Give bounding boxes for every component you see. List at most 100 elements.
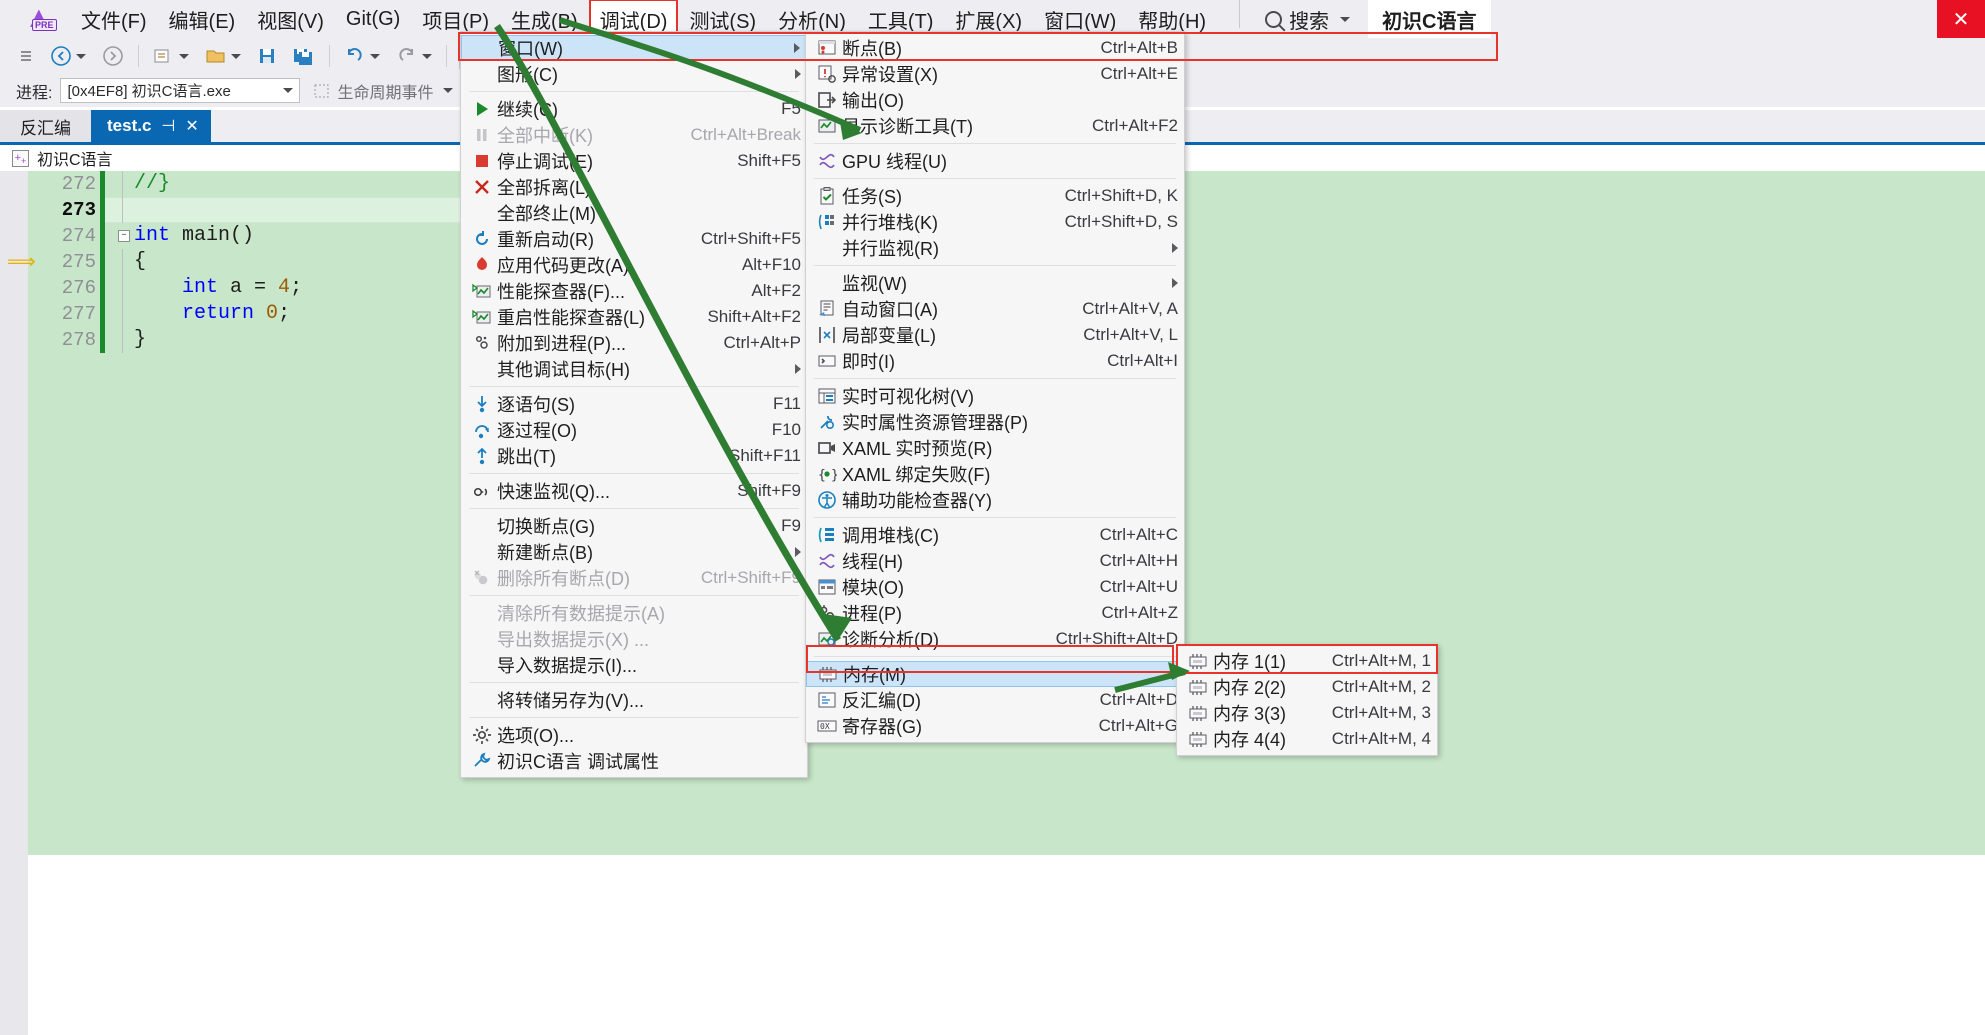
attach-process-icon [475,335,488,349]
window-submenu-item-25-label: 进程(P) [842,604,902,624]
debug-menu-item-32[interactable]: 初识C语言 调试属性 [461,748,807,774]
undo-dropdown-icon[interactable] [370,53,380,59]
debug-menu-item-17[interactable]: 跳出(T) Shift+F11 [461,443,807,469]
menu-bar-item-1[interactable]: 编辑(E) [158,0,247,40]
window-close-button[interactable]: ✕ [1937,0,1985,38]
debug-menu-item-22[interactable]: 新建断点(B) [461,539,807,565]
code-token: } [134,328,147,351]
gpu-threads-icon [812,151,842,171]
navigate-forward-button[interactable] [98,43,128,69]
window-submenu-item-17[interactable]: 实时属性资源管理器(P) [806,409,1184,435]
debug-menu-item-0[interactable]: 窗口(W) [461,35,807,61]
window-submenu-item-19[interactable]: {} XAML 绑定失败(F) [806,461,1184,487]
window-submenu-item-3[interactable]: 显示诊断工具(T) Ctrl+Alt+F2 [806,113,1184,139]
debug-menu-item-31[interactable]: 选项(O)... [461,722,807,748]
window-submenu-item-14[interactable]: 即时(I) Ctrl+Alt+I [806,348,1184,374]
window-submenu-item-24[interactable]: 模块(O) Ctrl+Alt+U [806,574,1184,600]
window-submenu-item-13[interactable]: 局部变量(L) Ctrl+Alt+V, L [806,322,1184,348]
window-submenu-item-29[interactable]: 反汇编(D) Ctrl+Alt+D [806,687,1184,713]
code-line[interactable]: – int main() [118,223,302,249]
memory-submenu-item-3[interactable]: 内存 4(4) Ctrl+Alt+M, 4 [1177,726,1437,752]
debug-menu-item-11[interactable]: 重启性能探查器(L) Shift+Alt+F2 [461,304,807,330]
window-submenu-item-1[interactable]: 异常设置(X) Ctrl+Alt+E [806,61,1184,87]
code-line[interactable]: //} [118,171,302,197]
window-submenu-item-8[interactable]: 并行堆栈(K) Ctrl+Shift+D, S [806,209,1184,235]
code-line[interactable]: { [118,249,302,275]
editor-gutter[interactable] [0,171,28,1035]
debug-menu-item-13[interactable]: 其他调试目标(H) [461,356,807,382]
memory-submenu-item-2[interactable]: 内存 3(3) Ctrl+Alt+M, 3 [1177,700,1437,726]
window-submenu-item-26-shortcut: Ctrl+Shift+Alt+D [1055,629,1178,648]
window-submenu-item-26[interactable]: 诊断分析(D) Ctrl+Shift+Alt+D [806,626,1184,652]
window-submenu-item-22[interactable]: 调用堆栈(C) Ctrl+Alt+C [806,522,1184,548]
window-submenu-item-0[interactable]: 断点(B) Ctrl+Alt+B [806,35,1184,61]
code-line[interactable] [118,197,302,223]
window-submenu-item-25[interactable]: 进程(P) Ctrl+Alt+Z [806,600,1184,626]
code-line[interactable]: } [118,327,302,353]
tab-disassembly[interactable]: 反汇编 [0,110,91,142]
memory-submenu[interactable]: 内存 1(1) Ctrl+Alt+M, 1 内存 2(2) Ctrl+Alt+M, 2… [1176,644,1438,756]
chevron-down-icon[interactable] [1340,16,1351,22]
redo-button[interactable] [392,43,436,69]
back-dropdown-icon[interactable] [76,53,86,59]
debug-menu-item-0-label: 窗口(W) [498,39,563,59]
window-submenu-item-18[interactable]: XAML 实时预览(R) [806,435,1184,461]
menu-bar-item-0[interactable]: 文件(F) [70,0,158,40]
process-chevron-icon[interactable] [283,88,294,93]
window-submenu-item-30[interactable]: 0X 寄存器(G) Ctrl+Alt+G [806,713,1184,739]
window-submenu-item-12[interactable]: 自动窗口(A) Ctrl+Alt+V, A [806,296,1184,322]
debug-menu-item-7-label: 全部终止(M) [497,204,596,224]
menu-bar-item-3[interactable]: Git(G) [335,2,411,37]
debug-menu-item-1[interactable]: 图形(C) [461,61,807,87]
window-submenu-item-9[interactable]: 并行监视(R) [806,235,1184,261]
menu-bar-item-2[interactable]: 视图(V) [246,0,335,40]
debug-menu-item-6[interactable]: 全部拆离(L) [461,174,807,200]
save-all-button[interactable] [289,43,319,69]
debug-menu-item-5[interactable]: 停止调试(E) Shift+F5 [461,148,807,174]
debug-menu-item-16[interactable]: 逐过程(O) F10 [461,417,807,443]
open-file-button[interactable] [201,43,245,69]
redo-dropdown-icon[interactable] [422,53,432,59]
lifecycle-chevron-icon[interactable] [443,88,454,93]
debug-menu-item-15[interactable]: 逐语句(S) F11 [461,391,807,417]
debug-menu-item-7[interactable]: 全部终止(M) [461,200,807,226]
process-select[interactable]: [0x4EF8] 初识C语言.exe [60,78,301,103]
fold-collapse-icon[interactable]: – [118,230,130,242]
debug-menu-item-8[interactable]: 重新启动(R) Ctrl+Shift+F5 [461,226,807,252]
window-submenu-item-7[interactable]: 任务(S) Ctrl+Shift+D, K [806,183,1184,209]
code-line[interactable]: return 0; [118,301,302,327]
save-button[interactable] [253,43,281,69]
window-submenu-item-20[interactable]: 辅助功能检查器(Y) [806,487,1184,513]
debug-menu-item-19[interactable]: 快速监视(Q)... Shift+F9 [461,478,807,504]
window-submenu-item-5[interactable]: GPU 线程(U) [806,148,1184,174]
navigate-back-button[interactable] [46,43,90,69]
window-submenu-item-11[interactable]: 监视(W) [806,270,1184,296]
pin-tab-icon[interactable]: ⊣ [161,116,175,136]
toolbar-overflow-icon[interactable] [14,43,38,69]
debug-menu-item-21[interactable]: 切换断点(G) F9 [461,513,807,539]
window-submenu-item-28[interactable]: 内存(M) [806,661,1184,687]
open-dropdown-icon[interactable] [231,53,241,59]
memory-submenu-item-1[interactable]: 内存 2(2) Ctrl+Alt+M, 2 [1177,674,1437,700]
code-line[interactable]: int a = 4; [118,275,302,301]
code-text[interactable]: //} – int main(){ int a = 4; return 0;} [118,171,302,353]
window-submenu-item-2[interactable]: 输出(O) [806,87,1184,113]
new-item-dropdown-icon[interactable] [179,53,189,59]
debug-window-submenu[interactable]: 断点(B) Ctrl+Alt+B 异常设置(X) Ctrl+Alt+E 输出(O) 显示诊… [805,31,1185,743]
tab-test-c[interactable]: test.c ⊣ ✕ [91,110,211,142]
undo-button[interactable] [340,43,384,69]
window-submenu-item-16[interactable]: 实时可视化树(V) [806,383,1184,409]
debug-menu-item-3[interactable]: 继续(C) F5 [461,96,807,122]
debug-menu-item-27[interactable]: 导入数据提示(I)... [461,652,807,678]
debug-menu-dropdown[interactable]: 窗口(W) 图形(C) 继续(C) F5 全部中断(K) Ctrl+Alt+Break 停止… [460,31,808,778]
debug-menu-item-9[interactable]: 应用代码更改(A) Alt+F10 [461,252,807,278]
lifecycle-events-select[interactable]: 生命周期事件 [314,79,454,103]
window-submenu-item-23[interactable]: 线程(H) Ctrl+Alt+H [806,548,1184,574]
search-box[interactable]: 搜索 [1239,0,1351,34]
close-tab-icon[interactable]: ✕ [185,116,198,136]
debug-menu-item-10[interactable]: 性能探查器(F)... Alt+F2 [461,278,807,304]
debug-menu-item-29[interactable]: 将转储另存为(V)... [461,687,807,713]
debug-menu-item-12[interactable]: 附加到进程(P)... Ctrl+Alt+P [461,330,807,356]
memory-submenu-item-0[interactable]: 内存 1(1) Ctrl+Alt+M, 1 [1177,648,1437,674]
new-item-button[interactable] [149,43,193,69]
